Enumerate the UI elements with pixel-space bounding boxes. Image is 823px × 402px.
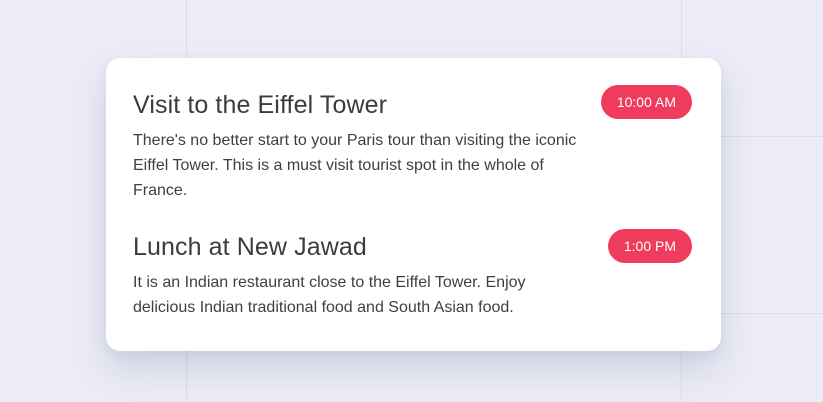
- event-time-badge[interactable]: 1:00 PM: [607, 229, 692, 263]
- event-time-badge[interactable]: 10:00 AM: [600, 85, 692, 119]
- itinerary-card: Visit to the Eiffel Tower There's no bet…: [106, 58, 721, 351]
- event-description: There's no better start to your Paris to…: [133, 132, 577, 199]
- event-description: It is an Indian restaurant close to the …: [133, 274, 526, 316]
- page-background: Visit to the Eiffel Tower There's no bet…: [0, 0, 823, 402]
